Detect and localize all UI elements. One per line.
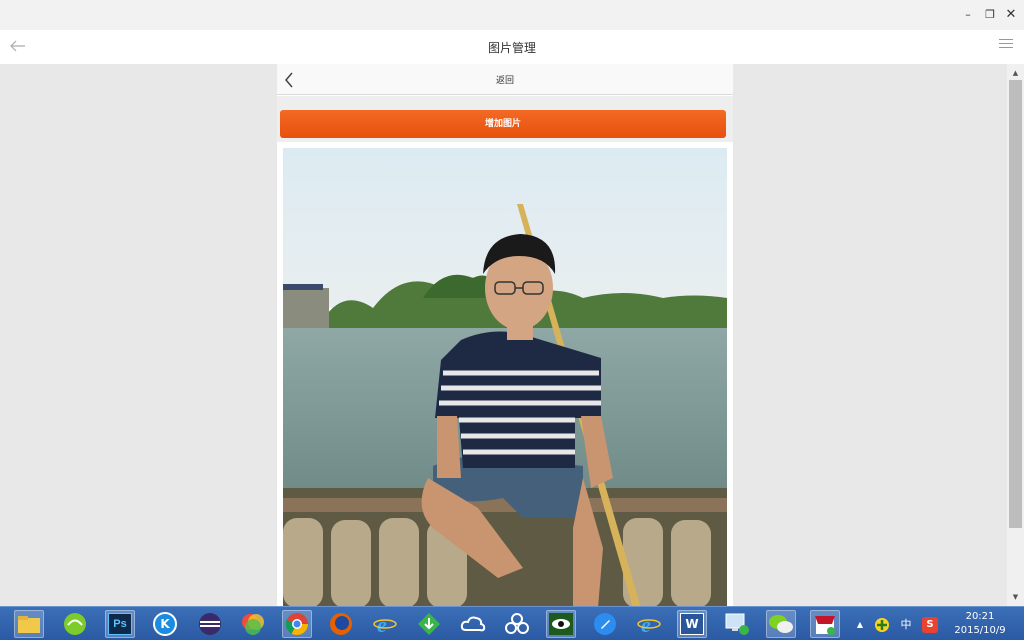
security-tray-icon[interactable] bbox=[874, 617, 890, 633]
store-icon[interactable] bbox=[810, 610, 840, 638]
word-icon[interactable]: W bbox=[677, 610, 707, 638]
computer-icon[interactable] bbox=[722, 610, 752, 638]
app-title: 图片管理 bbox=[487, 41, 536, 55]
photo-image[interactable] bbox=[283, 148, 727, 606]
file-explorer-icon[interactable] bbox=[14, 610, 44, 638]
photoshop-icon[interactable]: Ps bbox=[105, 610, 135, 638]
svg-text:e: e bbox=[377, 612, 387, 636]
restore-button[interactable]: ❐ bbox=[983, 8, 997, 22]
tray-expand-icon[interactable]: ▲ bbox=[852, 617, 868, 633]
chrome-icon[interactable] bbox=[282, 610, 312, 638]
svg-text:e: e bbox=[641, 612, 651, 636]
clock-date: 2015/10/9 bbox=[954, 625, 1006, 636]
system-clock[interactable]: 20:21 2015/10/9 bbox=[948, 610, 1012, 638]
eye-app-icon[interactable] bbox=[546, 610, 576, 638]
window-titlebar: – ❐ ✕ bbox=[0, 0, 1024, 30]
taskbar: Ps K e e W ▲ 中 S 20:21 2015/10/9 bbox=[0, 606, 1024, 640]
ie-icon-2[interactable]: e bbox=[634, 610, 664, 638]
scroll-down-icon[interactable]: ▼ bbox=[1007, 590, 1024, 604]
page-title[interactable]: 返回 bbox=[277, 73, 733, 86]
download-app-icon[interactable] bbox=[414, 610, 444, 638]
sogou-ime-icon[interactable]: S bbox=[922, 617, 938, 633]
cloud-icon[interactable] bbox=[458, 610, 488, 638]
app-header: 图片管理 bbox=[0, 30, 1024, 64]
pen-app-icon[interactable] bbox=[590, 610, 620, 638]
page-content: 返回 增加图片 bbox=[277, 64, 733, 606]
add-image-button[interactable]: 增加图片 bbox=[280, 110, 726, 138]
wechat-icon[interactable] bbox=[766, 610, 796, 638]
hamburger-menu-icon[interactable] bbox=[999, 39, 1013, 53]
eclipse-icon[interactable] bbox=[195, 610, 225, 638]
vertical-scrollbar[interactable]: ▲ ▼ bbox=[1007, 64, 1024, 606]
kugou-icon[interactable]: K bbox=[150, 610, 180, 638]
ie-icon[interactable]: e bbox=[370, 610, 400, 638]
scrollbar-thumb[interactable] bbox=[1009, 80, 1022, 528]
page-navbar: 返回 bbox=[277, 64, 733, 95]
minimize-button[interactable]: – bbox=[961, 8, 975, 22]
network-app-icon[interactable] bbox=[502, 610, 532, 638]
green-app-icon[interactable] bbox=[60, 610, 90, 638]
color-app-icon[interactable] bbox=[238, 610, 268, 638]
scroll-up-icon[interactable]: ▲ bbox=[1007, 66, 1024, 80]
close-button[interactable]: ✕ bbox=[1004, 8, 1018, 22]
firefox-icon[interactable] bbox=[326, 610, 356, 638]
clock-time: 20:21 bbox=[965, 611, 995, 622]
ime-language-indicator[interactable]: 中 bbox=[898, 617, 914, 633]
